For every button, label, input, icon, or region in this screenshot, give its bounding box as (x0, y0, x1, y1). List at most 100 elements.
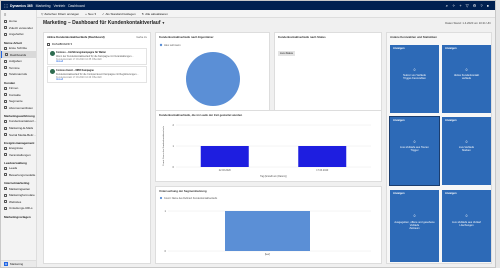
sidebar-item[interactable]: Telefonanrufe (1, 71, 36, 78)
sidebar-item[interactable]: Leads (1, 165, 36, 172)
bar-chart: 0 1 2 Count: Name des Kundenkontaktverlaufs… (162, 123, 371, 178)
page-title[interactable]: Marketing – Dashboard für Kundenkontaktv… (43, 20, 161, 26)
help-icon[interactable]: ? (480, 3, 482, 8)
sidebar-item-label: Telefonanrufe (9, 72, 28, 77)
nav-item-icon (4, 72, 7, 76)
add-icon[interactable]: + (459, 3, 461, 8)
tile-value: 0 (465, 214, 468, 219)
search-icon[interactable]: ⌕ (446, 3, 448, 8)
hamburger-menu-icon[interactable]: ≡ (1, 10, 36, 18)
sidebar-item-label: Ereignisse (9, 146, 24, 151)
y-tick-label: 1 (173, 144, 175, 148)
show-filter-label: Zwischen Filtern anzeigen (44, 11, 80, 16)
legend-label: Count: Name des Definiert Kundenkontaktv… (164, 197, 218, 200)
tile-label: Nutzer von Verläufe Trigger-Kennzahlen (403, 74, 426, 81)
sidebar-item[interactable]: Termine (1, 65, 36, 72)
sidebar-item-label: Kundenkontaktverl... (9, 119, 37, 124)
sidebar-item[interactable]: Erste Schritte (1, 45, 36, 52)
sidebar-item-label: Termine (9, 65, 20, 70)
activity-post[interactable]: Contoso Event – MBR Kampagne Kundenkontak… (47, 66, 147, 83)
tile-title: Anzeigen (393, 119, 405, 122)
kpi-tile[interactable]: Anzeigen 0 Live-Verläufe Marken (442, 117, 491, 185)
sidebar-item-label: Umleitungs-URLs (9, 206, 33, 211)
tile-title: Anzeigen (393, 192, 405, 195)
breadcrumb-area[interactable]: Vertrieb (54, 4, 66, 8)
sidebar-item[interactable]: Segmente (1, 98, 36, 105)
sidebar-item-label: Leads (9, 166, 18, 171)
refresh-all-button[interactable]: ↻ Alle aktualisieren (142, 12, 168, 16)
sidebar-item[interactable]: Marketing-E-Mails (1, 125, 36, 132)
breadcrumb-app[interactable]: Marketing (36, 4, 51, 8)
stream-title: Aktive Kundenkontaktverläufe (Dashboard) (47, 35, 105, 39)
sidebar-item-label: Social Media-Beitr... (9, 132, 36, 137)
stream-goto-button[interactable]: Gehe zu (136, 35, 147, 39)
area-label: Marketing (10, 262, 24, 266)
dashboard-area: Marketing – Dashboard für Kundenkontaktv… (37, 18, 495, 267)
filter-icon[interactable]: ▽ (466, 3, 469, 8)
sidebar-item[interactable]: Umleitungs-URLs (1, 205, 36, 212)
tile-label: Ausgegeben, offene und gesehene Verläufe… (394, 220, 435, 231)
last-updated-text: Daten Stand: 1.4.2020 um 10:21 Uhr (445, 20, 491, 25)
nav-item-icon (4, 93, 7, 97)
bar[interactable] (298, 146, 347, 167)
sidebar-item[interactable]: Dashboards (1, 51, 36, 58)
sidebar-item[interactable]: Ereignisse (1, 145, 36, 152)
sidebar-item[interactable]: Marketingseiten (1, 185, 36, 192)
breadcrumb-page[interactable]: Dashboard (68, 4, 85, 8)
stream-filter-dropdown[interactable]: DASHBOARD ▾ (52, 42, 72, 46)
sidebar-item[interactable]: Websites (1, 198, 36, 205)
bar[interactable] (200, 146, 249, 167)
sidebar-item-label: Home (9, 19, 18, 24)
user-avatar-icon[interactable]: ● (487, 3, 489, 8)
tile-value: 0 (413, 68, 416, 73)
set-default-button[interactable]: ✓ Als Standard festlegen (102, 12, 136, 16)
post-list: Contoso – Einführungskampagne für Walter… (44, 48, 150, 83)
activity-post[interactable]: Contoso – Einführungskampagne für Walter… (47, 48, 147, 65)
sidebar-item[interactable]: Aufgaben (1, 58, 36, 65)
sidebar-item[interactable]: Bewertungsmodelle (1, 172, 36, 179)
sidebar-item[interactable]: Zuletzt verwendet (1, 25, 36, 32)
lightbulb-icon[interactable]: ✧ (452, 3, 455, 8)
nav-item-icon (4, 106, 7, 110)
sidebar-item[interactable]: Kontakte (1, 91, 36, 98)
nav-item-icon (4, 59, 7, 63)
post-link[interactable]: Aktuell (56, 60, 63, 63)
status-pill[interactable]: Live-Status (278, 51, 295, 56)
app-launcher-icon[interactable] (1, 1, 10, 10)
pie-slice[interactable] (186, 52, 240, 106)
sidebar-item[interactable]: Kundenkontaktverl... (1, 118, 36, 125)
post-link[interactable]: Aktuell (56, 78, 63, 81)
kpi-tile[interactable]: Anzeigen 0 Live-Verläufe aus Verlauf Löschu… (442, 190, 491, 262)
sidebar-item[interactable]: Abonnementlisten (1, 105, 36, 112)
kpi-tile[interactable]: Anzeigen 0 Ausgegeben, offene und gesehene… (390, 190, 439, 262)
show-filter-button[interactable]: ▽ Zwischen Filtern anzeigen (41, 12, 79, 16)
new-button[interactable]: + Neu ▾ (85, 12, 96, 16)
kpi-tile[interactable]: Anzeigen 0 Nutzer von Verläufe Trigger-Kenn… (390, 45, 439, 113)
sidebar-item-label: Marketingseiten (9, 186, 31, 191)
nav-item-icon (4, 126, 7, 130)
nav-item-icon (4, 26, 7, 30)
nav-item-icon (4, 66, 7, 70)
sidebar-group-title: Ereignismanagement (4, 140, 35, 145)
activity-stream-card: Aktive Kundenkontaktverläufe (Dashboard)… (43, 32, 151, 264)
brand-name[interactable]: Dynamics 365 (10, 4, 33, 8)
y-axis-label: Count: Name des Kundenkontaktverlaufs (162, 125, 165, 166)
sidebar-item-label: Angeheftet (9, 32, 24, 37)
nav-item-icon (4, 32, 7, 36)
sidebar-item[interactable]: Firmen (1, 85, 36, 92)
chevron-down-icon[interactable]: ▾ (163, 21, 165, 25)
bar[interactable] (225, 211, 310, 251)
kpi-tile[interactable]: Anzeigen 0 Live-Verläufe aus Touren Trigger (389, 116, 440, 186)
sidebar-item-label: Marketing-E-Mails (9, 126, 34, 131)
sidebar-item[interactable]: Angeheftet (1, 31, 36, 38)
kpi-tile[interactable]: Anzeigen 0 Aktive Kundenkontakt verläufe (442, 45, 491, 113)
tile-label: Aktive Kundenkontakt verläufe (453, 74, 480, 81)
settings-icon[interactable]: ⚙ (473, 3, 477, 8)
area-switcher[interactable]: M Marketing (1, 260, 36, 267)
legend-swatch (159, 196, 163, 200)
sidebar-item[interactable]: Veranstaltungen (1, 152, 36, 159)
sidebar-item[interactable]: Social Media-Beitr... (1, 131, 36, 138)
sidebar-item[interactable]: Marketingformulare (1, 192, 36, 199)
select-all-checkbox[interactable] (47, 42, 50, 46)
sidebar-item[interactable]: Home (1, 18, 36, 25)
